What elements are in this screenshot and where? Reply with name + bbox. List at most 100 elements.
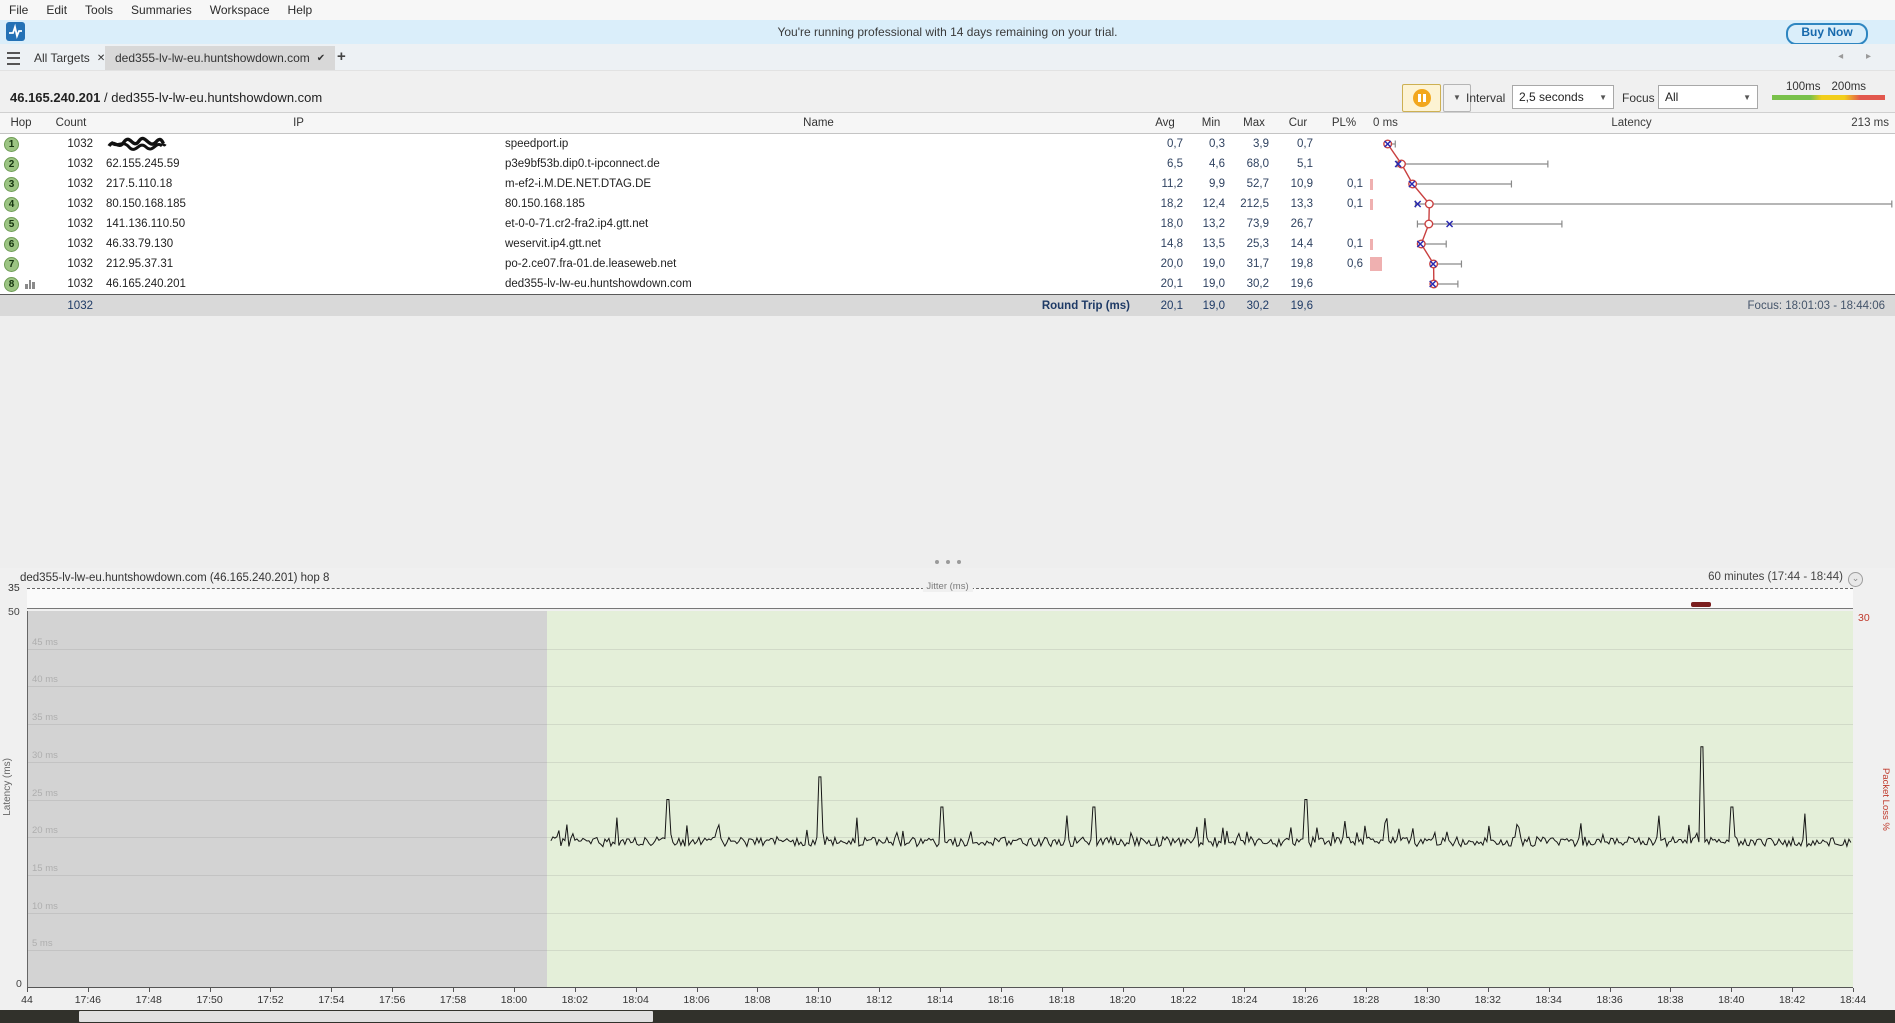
- hop-number-badge: 1: [4, 136, 19, 152]
- check-icon: ✔: [316, 52, 326, 64]
- target-separator: /: [100, 90, 112, 105]
- tab-all-targets[interactable]: All Targets ✕: [24, 46, 115, 70]
- hop-min: 12,4: [1202, 198, 1225, 210]
- pause-button[interactable]: [1402, 84, 1441, 112]
- hop-cur: 0,7: [1297, 138, 1313, 150]
- packet-loss-axis-max: 30: [1858, 612, 1870, 624]
- interval-select[interactable]: 2,5 seconds ▼: [1512, 85, 1614, 109]
- hop-number-badge: 3: [4, 176, 19, 192]
- hop-cur: 19,8: [1290, 258, 1313, 270]
- col-header-cur[interactable]: Cur: [1276, 117, 1320, 129]
- time-tick-label: 18:00: [500, 994, 528, 1006]
- menu-item-summaries[interactable]: Summaries: [122, 0, 201, 20]
- col-header-max[interactable]: Max: [1232, 117, 1276, 129]
- time-tick-label: 18:44: [1839, 994, 1867, 1006]
- hop-min: 0,3: [1209, 138, 1225, 150]
- hop-cur: 26,7: [1290, 218, 1313, 230]
- focus-label: Focus: [1622, 91, 1655, 105]
- hop-cur: 19,6: [1290, 278, 1313, 290]
- dropdown-arrow-icon: ▼: [1599, 92, 1607, 102]
- round-trip-count: 1032: [67, 299, 93, 312]
- hop-max: 52,7: [1246, 178, 1269, 190]
- time-tick-label: 17:58: [439, 994, 467, 1006]
- time-tick-label: 17:46: [74, 994, 101, 1006]
- hop-count: 1032: [67, 238, 93, 250]
- chevron-down-icon[interactable]: ⌄: [1848, 572, 1863, 587]
- hop-avg: 14,8: [1160, 238, 1183, 250]
- timeline-title: ded355-lv-lw-eu.huntshowdown.com (46.165…: [20, 572, 330, 584]
- hop-max: 73,9: [1246, 218, 1269, 230]
- timeline-plot[interactable]: 45 ms 40 ms 35 ms 30 ms 25 ms 20 ms 15 ms 10 ms…: [27, 611, 1853, 988]
- hop-max: 25,3: [1246, 238, 1269, 250]
- menu-bar: File Edit Tools Summaries Workspace Help: [0, 0, 1895, 20]
- menu-item-edit[interactable]: Edit: [37, 0, 76, 20]
- hop-cur: 13,3: [1290, 198, 1313, 210]
- hop-packet-loss: 0,1: [1347, 198, 1363, 210]
- hop-number-badge: 6: [4, 236, 19, 252]
- time-tick-label: 18:26: [1292, 994, 1319, 1006]
- hop-name: weservit.ip4.gtt.net: [505, 238, 601, 250]
- add-tab-button[interactable]: +: [337, 48, 346, 65]
- time-tick-label: 18:12: [865, 994, 893, 1006]
- legend-200ms-label: 200ms: [1831, 81, 1867, 93]
- target-title: 46.165.240.201 / ded355-lv-lw-eu.huntsho…: [10, 90, 322, 105]
- col-header-avg[interactable]: Avg: [1140, 117, 1190, 129]
- buy-now-button[interactable]: Buy Now: [1786, 23, 1868, 45]
- time-tick-label: 18:24: [1231, 994, 1258, 1006]
- hop-count: 1032: [67, 258, 93, 270]
- hop-name: speedport.ip: [505, 138, 569, 150]
- timeline-window-label[interactable]: 60 minutes (17:44 - 18:44): [1708, 571, 1843, 583]
- packet-loss-mark: [1690, 602, 1711, 607]
- menu-item-help[interactable]: Help: [279, 0, 322, 20]
- col-header-hop[interactable]: Hop: [0, 117, 42, 129]
- hop-max: 212,5: [1240, 198, 1269, 210]
- timeline-panel: ded355-lv-lw-eu.huntshowdown.com (46.165…: [0, 568, 1895, 1010]
- hop-ip: 141.136.110.50: [106, 218, 186, 230]
- time-tick-label: 18:08: [744, 994, 771, 1006]
- time-tick-label: 18:04: [622, 994, 649, 1006]
- time-tick-label: 18:06: [683, 994, 710, 1006]
- col-header-min[interactable]: Min: [1190, 117, 1232, 129]
- col-header-name[interactable]: Name: [497, 117, 1140, 129]
- hop-ip: [100, 136, 497, 152]
- jitter-title: Jitter (ms): [922, 581, 973, 592]
- hop-number-badge: 5: [4, 216, 19, 232]
- hop-max: 68,0: [1246, 158, 1269, 170]
- hop-min: 13,5: [1202, 238, 1225, 250]
- menu-item-tools[interactable]: Tools: [76, 0, 122, 20]
- trial-banner: You're running professional with 14 days…: [0, 20, 1895, 45]
- target-host: ded355-lv-lw-eu.huntshowdown.com: [111, 90, 323, 105]
- legend-gradient-bar: [1772, 95, 1885, 100]
- jitter-axis-max: 35: [8, 582, 20, 594]
- tab-target[interactable]: ded355-lv-lw-eu.huntshowdown.com ✔: [105, 46, 336, 70]
- close-icon[interactable]: ✕: [97, 53, 105, 64]
- dropdown-arrow-icon: ▼: [1743, 92, 1751, 102]
- time-tick-label: 18:38: [1657, 994, 1684, 1006]
- hop-number-badge: 7: [4, 256, 19, 272]
- pause-icon: [1412, 89, 1431, 107]
- round-trip-min: 19,0: [1202, 299, 1225, 312]
- hop-trace-graph: [1370, 139, 1893, 289]
- col-header-pl[interactable]: PL%: [1320, 117, 1368, 129]
- col-header-count[interactable]: Count: [42, 117, 100, 129]
- timeline-scrollbar[interactable]: [0, 1010, 1895, 1023]
- time-tick-label: 18:18: [1048, 994, 1075, 1006]
- hop-avg: 20,0: [1160, 258, 1183, 270]
- hop-name: po-2.ce07.fra-01.de.leaseweb.net: [505, 258, 677, 270]
- hamburger-icon[interactable]: [7, 52, 20, 65]
- splitter-handle[interactable]: [934, 560, 961, 564]
- focus-select[interactable]: All ▼: [1658, 85, 1758, 109]
- focus-value: All: [1665, 90, 1679, 104]
- hop-ip: 217.5.110.18: [106, 178, 173, 190]
- scrollbar-thumb[interactable]: [79, 1011, 653, 1022]
- hop-name: et-0-0-71.cr2-fra2.ip4.gtt.net: [505, 218, 649, 230]
- hop-count: 1032: [67, 138, 93, 150]
- hop-name: m-ef2-i.M.DE.NET.DTAG.DE: [505, 178, 652, 190]
- tab-scroll-arrows-icon[interactable]: ◂ ▸: [1838, 51, 1881, 62]
- hop-avg: 6,5: [1167, 158, 1183, 170]
- hop-avg: 20,1: [1160, 278, 1183, 290]
- menu-item-file[interactable]: File: [0, 0, 37, 20]
- col-header-ip[interactable]: IP: [100, 117, 497, 129]
- redacted-ip-scribble: [107, 136, 167, 151]
- menu-item-workspace[interactable]: Workspace: [201, 0, 279, 20]
